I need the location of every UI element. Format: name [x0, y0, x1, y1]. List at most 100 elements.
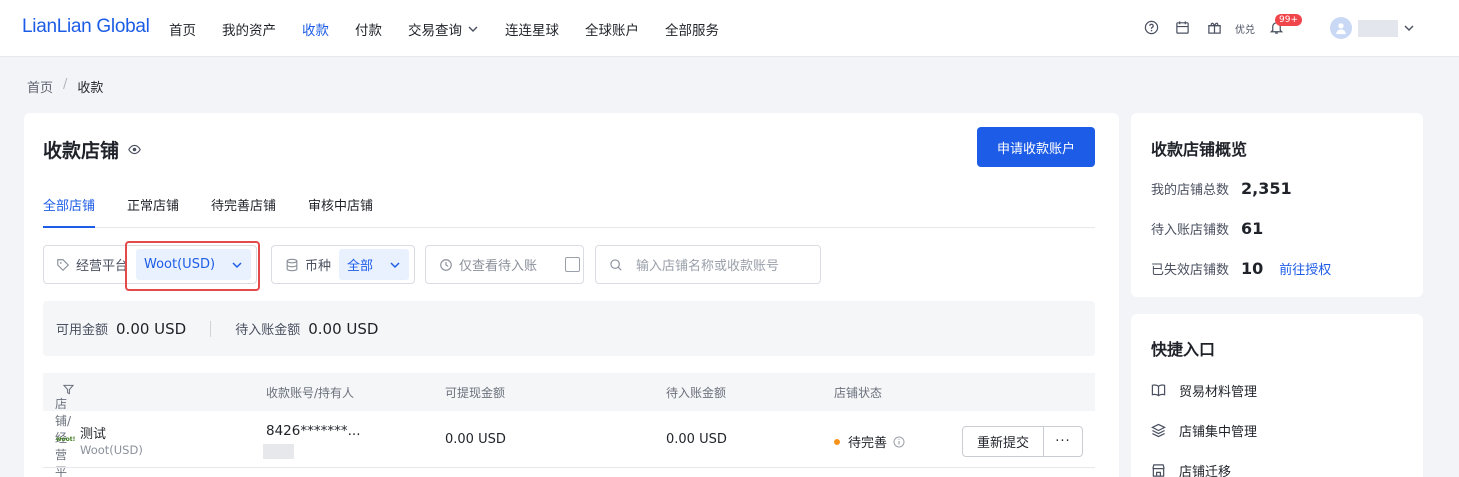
currency-select-value: 全部: [347, 259, 374, 274]
overview-card: 收款店铺概览 我的店铺总数 2,351 待入账店铺数 61 已失效店铺数 10 …: [1131, 113, 1423, 297]
account-number: 8426*******...: [266, 423, 361, 439]
pending-stores-row: 待入账店铺数 61: [1151, 219, 1263, 238]
currency-filter[interactable]: 币种 全部: [271, 245, 415, 284]
help-icon[interactable]: [1143, 19, 1159, 35]
gift-icon[interactable]: [1206, 19, 1222, 35]
nav-pay[interactable]: 付款: [355, 19, 382, 39]
quick-item-label: 店铺集中管理: [1179, 425, 1258, 440]
filter-icon[interactable]: [63, 384, 74, 395]
nav-home-label: 首页: [169, 22, 196, 39]
calendar-icon[interactable]: [1174, 19, 1190, 35]
quick-access-card: 快捷入口 贸易材料管理 店铺集中管理 店铺迁移: [1131, 314, 1423, 477]
quick-item-store-migration[interactable]: 店铺迁移: [1151, 461, 1231, 477]
platform-filter-label: 经营平台: [76, 259, 129, 274]
breadcrumb-home[interactable]: 首页: [27, 77, 53, 96]
lianlian-logo[interactable]: LianLian Global: [22, 16, 150, 38]
holder-masked: [263, 444, 294, 459]
withdrawable-amount: 0.00 USD: [445, 432, 506, 447]
tab-normal-stores[interactable]: 正常店铺: [127, 195, 179, 228]
breadcrumb: 首页 / 收款: [27, 77, 103, 96]
nav-assets[interactable]: 我的资产: [222, 19, 276, 39]
nav-global-account-label: 全球账户: [585, 22, 639, 39]
pending-only-filter[interactable]: 仅查看待入账: [425, 245, 584, 284]
available-label: 可用金额: [56, 323, 109, 338]
chevron-down-icon: [390, 261, 400, 268]
info-icon[interactable]: [893, 436, 905, 448]
nav-transactions[interactable]: 交易查询: [408, 19, 479, 39]
top-header: LianLian Global 首页 我的资产 收款 付款 交易查询 连连星球 …: [0, 0, 1459, 57]
nav-assets-label: 我的资产: [222, 22, 276, 39]
pending-stores-value: 61: [1241, 219, 1264, 238]
main-nav: 首页 我的资产 收款 付款 交易查询 连连星球 全球账户 全部服务: [169, 0, 745, 57]
red-highlight-box: [125, 241, 260, 291]
store-platform: Woot(USD): [80, 443, 143, 457]
nav-pay-label: 付款: [355, 22, 382, 39]
nav-receive-label: 收款: [302, 22, 329, 39]
pending-amount: 0.00 USD: [666, 432, 727, 447]
table-row: woot! 测试 Woot(USD) 8426*******... 0.00 U…: [43, 411, 1095, 468]
pending-only-checkbox[interactable]: [565, 257, 581, 272]
chevron-down-icon[interactable]: [1403, 22, 1415, 34]
nav-all-services[interactable]: 全部服务: [665, 19, 719, 39]
eye-icon[interactable]: [128, 143, 142, 157]
username-masked[interactable]: [1358, 20, 1398, 37]
breadcrumb-current: 收款: [77, 81, 104, 96]
layers-icon: [1151, 423, 1166, 438]
user-avatar-icon[interactable]: [1330, 17, 1352, 39]
authorize-link[interactable]: 前往授权: [1279, 259, 1331, 278]
quick-item-store-management[interactable]: 店铺集中管理: [1151, 421, 1257, 440]
available-value: 0.00 USD: [116, 319, 187, 338]
expired-stores-label: 已失效店铺数: [1151, 263, 1230, 278]
search-icon: [610, 258, 622, 271]
nav-receive[interactable]: 收款: [302, 19, 329, 39]
quick-item-label: 贸易材料管理: [1179, 385, 1258, 400]
nav-planet-label: 连连星球: [505, 22, 559, 39]
store-name[interactable]: 测试: [80, 423, 106, 442]
col-withdrawable: 可提现金额: [445, 386, 506, 400]
woot-logo: woot!: [56, 436, 76, 443]
overview-title: 收款店铺概览: [1151, 140, 1248, 159]
quick-item-label: 店铺迁移: [1179, 465, 1232, 477]
stores-card: 收款店铺 申请收款账户 全部店铺 正常店铺 待完善店铺 审核中店铺 经营平台 W…: [24, 113, 1119, 477]
nav-home[interactable]: 首页: [169, 19, 196, 39]
currency-select[interactable]: 全部: [339, 249, 410, 280]
pending-label: 待入账金额: [235, 323, 301, 338]
clock-icon: [440, 258, 452, 271]
quick-access-title: 快捷入口: [1151, 340, 1216, 359]
breadcrumb-separator: /: [63, 77, 68, 92]
tab-all-stores[interactable]: 全部店铺: [43, 195, 96, 228]
database-icon: [286, 258, 298, 271]
more-actions-button[interactable]: ···: [1043, 426, 1083, 457]
tab-incomplete-stores[interactable]: 待完善店铺: [211, 195, 276, 228]
nav-global-account[interactable]: 全球账户: [585, 19, 639, 39]
page-title-text: 收款店铺: [43, 140, 120, 162]
pending-only-label: 仅查看待入账: [459, 259, 538, 274]
store-tabs: 全部店铺 正常店铺 待完善店铺 审核中店铺: [43, 195, 1095, 228]
apply-account-button[interactable]: 申请收款账户: [977, 127, 1095, 167]
expired-stores-row: 已失效店铺数 10 前往授权: [1151, 259, 1331, 278]
total-stores-value: 2,351: [1241, 179, 1292, 198]
chevron-down-icon: [468, 26, 478, 32]
store-icon: [1151, 463, 1166, 477]
status-badge: 待完善: [834, 432, 905, 451]
search-input[interactable]: 输入店铺名称或收款账号: [636, 255, 779, 274]
pending-stores-label: 待入账店铺数: [1151, 223, 1230, 238]
col-pending: 待入账金额: [666, 386, 727, 400]
search-box[interactable]: 输入店铺名称或收款账号: [595, 245, 821, 284]
status-dot: [834, 438, 840, 445]
table-header: 店铺/经营平台 收款账号/持有人 可提现金额 待入账金额 店铺状态: [43, 373, 1095, 477]
total-stores-row: 我的店铺总数 2,351: [1151, 179, 1292, 198]
page-title: 收款店铺: [43, 136, 142, 163]
tab-reviewing-stores[interactable]: 审核中店铺: [308, 195, 373, 228]
total-stores-label: 我的店铺总数: [1151, 183, 1230, 198]
nav-planet[interactable]: 连连星球: [505, 19, 559, 39]
coupon-label[interactable]: 优兑: [1235, 21, 1255, 36]
summary-divider: [210, 320, 212, 337]
col-status: 店铺状态: [834, 386, 883, 400]
amount-summary: 可用金额 0.00 USD 待入账金额 0.00 USD: [43, 301, 1095, 356]
tag-icon: [57, 258, 70, 271]
quick-item-trade-materials[interactable]: 贸易材料管理: [1151, 381, 1257, 400]
book-icon: [1151, 383, 1166, 398]
nav-transactions-label: 交易查询: [408, 22, 462, 39]
resubmit-button[interactable]: 重新提交: [962, 426, 1044, 457]
